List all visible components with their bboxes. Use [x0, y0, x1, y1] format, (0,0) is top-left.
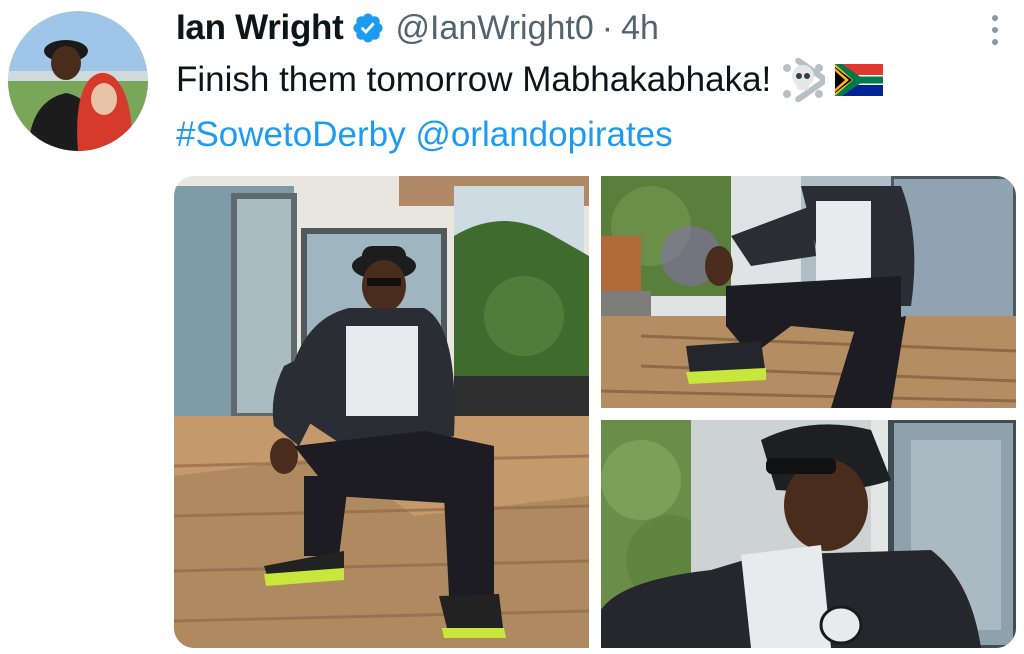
photo-1-image [174, 176, 589, 648]
author-avatar[interactable] [8, 11, 148, 151]
more-options-icon[interactable] [980, 8, 1010, 52]
tweet-text-line-1: Finish them tomorrow Mabhakabhaka! [176, 58, 884, 102]
separator-dot: · [601, 8, 614, 47]
photo-3[interactable] [601, 420, 1016, 648]
tweet-header: Ian Wright @IanWright0 · 4h [176, 6, 659, 50]
photo-3-image [601, 420, 1016, 648]
verified-badge-icon [351, 11, 385, 45]
south-africa-flag-emoji [835, 64, 884, 96]
author-name[interactable]: Ian Wright [176, 8, 344, 48]
photo-1[interactable] [174, 176, 589, 648]
tweet-text-line-2: #SowetoDerby @orlandopirates [176, 115, 673, 155]
author-handle[interactable]: @IanWright0 [395, 9, 593, 48]
avatar-image [8, 11, 148, 151]
skull-and-crossbones-emoji [781, 58, 826, 102]
hashtag-link[interactable]: #SowetoDerby [176, 115, 406, 154]
photo-2[interactable] [601, 176, 1016, 408]
photo-2-image [601, 176, 1016, 408]
media-grid [174, 176, 1016, 648]
mention-link[interactable]: @orlandopirates [415, 115, 672, 154]
tweet-timestamp[interactable]: 4h [621, 9, 659, 48]
tweet-text: Finish them tomorrow Mabhakabhaka! [176, 60, 772, 99]
